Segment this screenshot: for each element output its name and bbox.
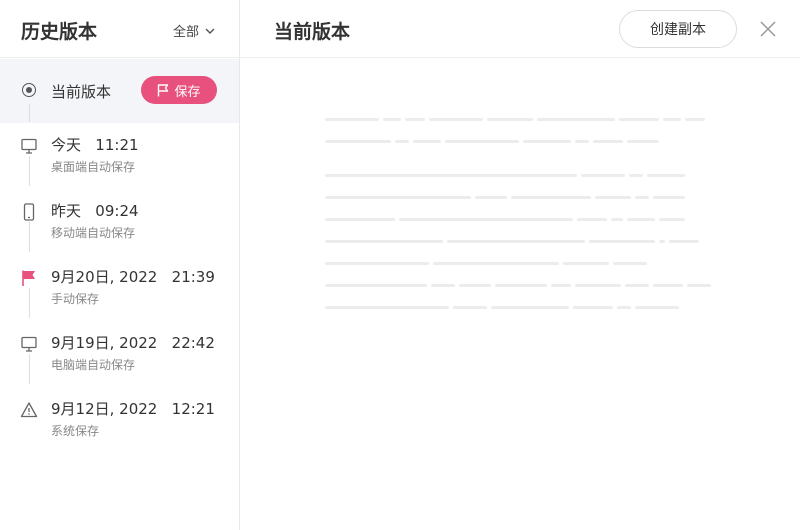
placeholder-line — [325, 284, 427, 287]
filter-label: 全部 — [173, 25, 200, 40]
placeholder-line — [617, 306, 631, 309]
version-item[interactable]: 9月12日, 2022 12:21 系统保存 — [0, 400, 239, 467]
placeholder-line — [635, 306, 679, 309]
placeholder-line — [413, 140, 441, 143]
version-item[interactable]: 9月20日, 2022 21:39 手动保存 — [0, 268, 239, 335]
placeholder-line — [433, 262, 559, 265]
close-icon[interactable] — [759, 20, 777, 38]
placeholder-line — [573, 306, 613, 309]
main-title: 当前版本 — [274, 21, 351, 43]
version-subtitle: 手动保存 — [51, 292, 100, 306]
placeholder-line — [325, 218, 395, 221]
placeholder-line — [325, 196, 471, 199]
flag-icon — [22, 270, 35, 286]
version-title: 9月12日, 2022 12:21 — [51, 400, 215, 418]
placeholder-line — [575, 140, 589, 143]
placeholder-line — [595, 196, 631, 199]
placeholder-line — [627, 218, 655, 221]
placeholder-line — [475, 196, 507, 199]
chevron-down-icon — [205, 28, 215, 34]
placeholder-line — [447, 240, 585, 243]
placeholder-line — [635, 196, 649, 199]
version-title: 昨天 09:24 — [51, 202, 139, 220]
version-title: 9月20日, 2022 21:39 — [51, 268, 215, 286]
placeholder-line — [325, 262, 429, 265]
monitor-icon — [21, 138, 37, 154]
placeholder-line — [653, 284, 683, 287]
version-title: 今天 11:21 — [51, 136, 139, 154]
placeholder-line — [395, 140, 409, 143]
placeholder-line — [613, 262, 647, 265]
placeholder-line — [589, 240, 655, 243]
placeholder-line — [663, 118, 681, 121]
placeholder-line — [511, 196, 591, 199]
radio-selected-icon — [22, 83, 36, 97]
placeholder-line — [669, 240, 699, 243]
placeholder-line — [523, 140, 571, 143]
placeholder-line — [325, 174, 577, 177]
placeholder-line — [487, 118, 533, 121]
sidebar-title: 历史版本 — [21, 21, 98, 43]
placeholder-line — [647, 174, 685, 177]
create-copy-button[interactable]: 创建副本 — [619, 10, 737, 48]
main-header: 当前版本 创建副本 — [240, 0, 800, 58]
placeholder-line — [593, 140, 623, 143]
placeholder-line — [653, 196, 685, 199]
timeline-connector — [29, 104, 30, 122]
version-subtitle: 桌面端自动保存 — [51, 160, 136, 174]
version-subtitle: 系统保存 — [51, 424, 100, 438]
placeholder-line — [495, 284, 547, 287]
version-title: 9月19日, 2022 22:42 — [51, 334, 215, 352]
filter-dropdown[interactable]: 全部 — [173, 21, 215, 40]
placeholder-line — [459, 284, 491, 287]
monitor-icon — [21, 336, 37, 352]
placeholder-line — [399, 218, 573, 221]
version-item[interactable]: 9月19日, 2022 22:42 电脑端自动保存 — [0, 334, 239, 401]
placeholder-line — [551, 284, 571, 287]
sidebar-header: 历史版本 全部 — [0, 0, 239, 58]
placeholder-line — [383, 118, 401, 121]
version-item[interactable]: 今天 11:21 桌面端自动保存 — [0, 136, 239, 203]
placeholder-line — [577, 218, 607, 221]
version-subtitle: 移动端自动保存 — [51, 226, 136, 240]
placeholder-line — [619, 118, 659, 121]
version-item[interactable]: 昨天 09:24 移动端自动保存 — [0, 202, 239, 269]
placeholder-line — [687, 284, 711, 287]
version-subtitle: 电脑端自动保存 — [51, 358, 136, 372]
placeholder-line — [405, 118, 425, 121]
placeholder-line — [453, 306, 487, 309]
placeholder-line — [659, 218, 685, 221]
placeholder-line — [325, 140, 391, 143]
placeholder-line — [325, 240, 443, 243]
placeholder-line — [575, 284, 621, 287]
save-button[interactable]: 保存 — [141, 76, 217, 104]
version-history-sidebar: 历史版本 全部 当前版本 保存 今天 11:21 桌面端自动保存 昨天 09:2… — [0, 0, 240, 530]
document-preview-placeholder — [325, 110, 725, 320]
placeholder-line — [659, 240, 665, 243]
placeholder-line — [537, 118, 615, 121]
placeholder-line — [491, 306, 569, 309]
current-version-row[interactable]: 当前版本 保存 — [0, 59, 239, 123]
placeholder-line — [625, 284, 649, 287]
placeholder-line — [431, 284, 455, 287]
save-button-label: 保存 — [174, 84, 201, 100]
placeholder-line — [611, 218, 623, 221]
current-version-label: 当前版本 — [51, 83, 112, 101]
placeholder-line — [581, 174, 625, 177]
placeholder-line — [685, 118, 705, 121]
placeholder-line — [325, 118, 379, 121]
placeholder-line — [429, 118, 483, 121]
placeholder-line — [627, 140, 659, 143]
placeholder-line — [629, 174, 643, 177]
warning-icon — [20, 402, 38, 418]
phone-icon — [23, 203, 35, 221]
placeholder-line — [445, 140, 519, 143]
flag-outline-icon — [158, 83, 169, 96]
placeholder-line — [563, 262, 609, 265]
placeholder-line — [325, 306, 449, 309]
